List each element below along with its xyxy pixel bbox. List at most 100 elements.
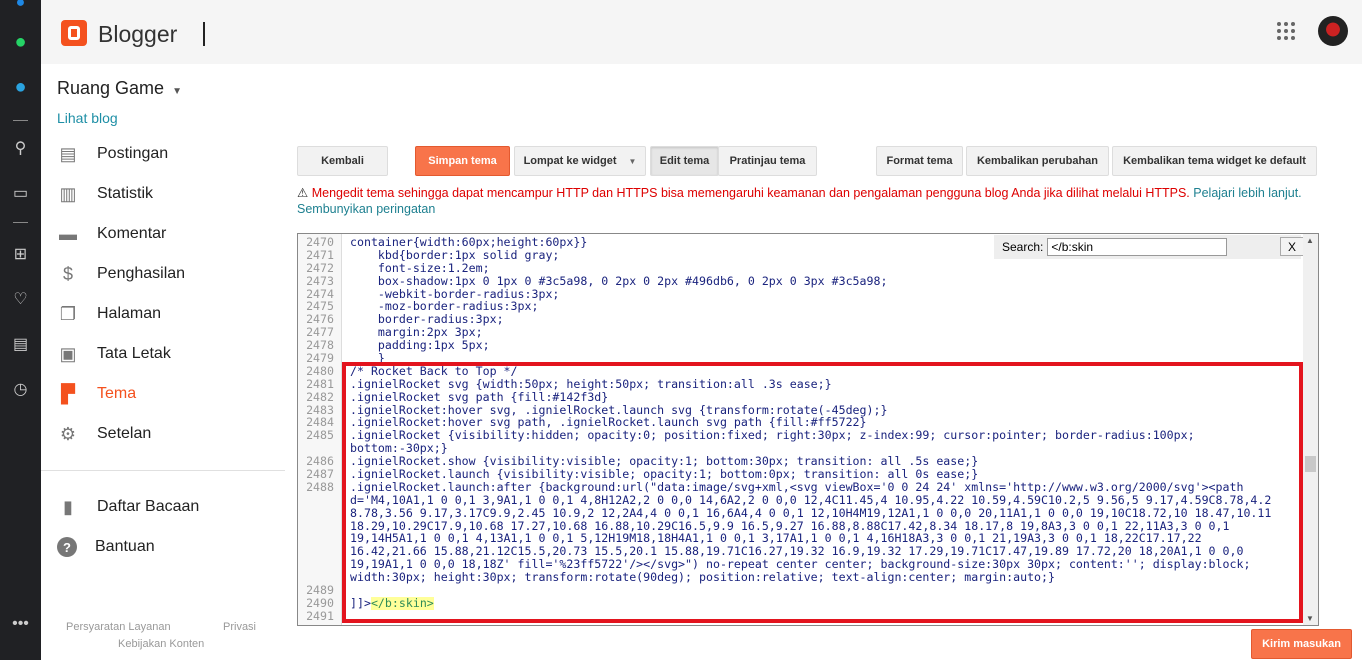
warning-banner: ⚠ Mengedit tema sehingga dapat mencampur… xyxy=(297,185,1317,217)
terms-link[interactable]: Persyaratan Layanan xyxy=(66,621,171,633)
code-line[interactable]: 2489 xyxy=(298,584,1271,597)
sidebar-item-komentar[interactable]: ▬ Komentar xyxy=(57,222,277,246)
gear-icon: ⚙ xyxy=(59,423,77,444)
divider xyxy=(13,120,28,121)
code-text: .ignielRocket.launch:after {background:u… xyxy=(350,479,1244,494)
revert-widgets-button[interactable]: Kembalikan tema widget ke default xyxy=(1112,146,1317,176)
divider xyxy=(13,222,28,223)
comment-icon: ▬ xyxy=(59,223,77,244)
caret-down-icon: ▼ xyxy=(628,156,637,166)
code-text: .ignielRocket {visibility:hidden; opacit… xyxy=(350,428,1195,443)
code-line[interactable]: 2481 .ignielRocket svg {width:50px; heigh… xyxy=(298,376,1271,391)
code-line[interactable]: 2479 } xyxy=(298,352,1271,365)
revert-changes-button[interactable]: Kembalikan perubahan xyxy=(966,146,1109,176)
scrollbar-thumb[interactable] xyxy=(1305,456,1316,472)
format-theme-button[interactable]: Format tema xyxy=(876,146,963,176)
code-text: d='M4,10A1,1 0 0,1 3,9A1,1 0 0,1 4,8H12A… xyxy=(350,492,1272,507)
content-policy-link[interactable]: Kebijakan Konten xyxy=(118,638,204,650)
line-number xyxy=(298,494,342,507)
code-line[interactable]: 8.78,3.56 9.17,3.17C9.9,2.45 10.9,2 12,2… xyxy=(298,505,1272,520)
wallet-icon[interactable]: ▭ xyxy=(10,182,31,203)
hide-warning-link[interactable]: Sembunyikan peringatan xyxy=(297,202,435,216)
avatar[interactable] xyxy=(1318,16,1348,46)
sidebar-item-tata-letak[interactable]: ▣ Tata Letak xyxy=(57,342,277,366)
line-number: 2479 xyxy=(306,351,334,366)
code-line[interactable]: width:30px; height:30px; transform:rotat… xyxy=(298,571,1271,584)
line-number: 2470 xyxy=(306,235,334,249)
sidebar-item-setelan[interactable]: ⚙ Setelan xyxy=(57,422,277,446)
search-input[interactable] xyxy=(1047,238,1228,256)
code-line[interactable]: 2478 padding:1px 5px; xyxy=(298,339,1271,352)
messenger-icon[interactable]: ● xyxy=(10,0,31,13)
stats-icon: ▥ xyxy=(59,183,77,204)
edit-theme-tab[interactable]: Edit tema xyxy=(650,146,719,176)
whatsapp-icon[interactable]: ● xyxy=(10,31,31,53)
code-text: .ignielRocket svg {width:50px; height:50… xyxy=(350,376,832,391)
telegram-icon[interactable]: ● xyxy=(10,76,31,98)
search-icon[interactable]: ⚲ xyxy=(10,137,31,158)
sidebar-item-bantuan[interactable]: ? Bantuan xyxy=(57,535,277,559)
code-text: box-shadow:1px 0 1px 0 #3c5a98, 0 2px 0 … xyxy=(350,273,888,288)
send-feedback-button[interactable]: Kirim masukan xyxy=(1251,629,1352,659)
sidebar-item-daftar-bacaan[interactable]: ▮ Daftar Bacaan xyxy=(57,495,277,519)
view-blog-link[interactable]: Lihat blog xyxy=(57,110,118,126)
code-line[interactable]: 2480 /* Rocket Back to Top */ xyxy=(298,365,1271,378)
jump-label: Lompat ke widget xyxy=(523,155,617,167)
code-text: ]]> xyxy=(350,595,371,610)
app-dock: ● ● ● ⚲ ▭ ⊞ ♡ ▤ ◷ ••• xyxy=(0,0,41,660)
sidebar-item-tema[interactable]: ▛ Tema xyxy=(57,382,277,406)
sidebar-item-label: Bantuan xyxy=(95,538,155,555)
header-divider xyxy=(203,22,205,46)
more-icon[interactable]: ••• xyxy=(10,613,31,634)
code-line[interactable]: 2490]]> </b:skin> xyxy=(298,597,1271,610)
code-text: 8.78,3.56 9.17,3.17C9.9,2.45 10.9,2 12,2… xyxy=(350,505,1272,520)
jump-to-widget-dropdown[interactable]: Lompat ke widget ▼ xyxy=(514,146,646,176)
line-number: 2489 xyxy=(306,583,334,598)
sidebar-item-penghasilan[interactable]: $ Penghasilan xyxy=(57,262,277,286)
news-icon[interactable]: ▤ xyxy=(10,333,31,354)
sidebar-item-statistik[interactable]: ▥ Statistik xyxy=(57,182,277,206)
heart-icon[interactable]: ♡ xyxy=(10,288,31,309)
back-button[interactable]: Kembali xyxy=(297,146,388,176)
code-line[interactable]: d='M4,10A1,1 0 0,1 3,9A1,1 0 0,1 4,8H12A… xyxy=(298,492,1272,507)
layout-icon: ▣ xyxy=(59,343,77,364)
blogger-logo-icon[interactable] xyxy=(61,20,87,46)
sidebar: Ruang Game ▼ Lihat blog ▤ Postingan ▥ Statis… xyxy=(41,64,285,660)
blog-name: Ruang Game xyxy=(57,78,165,98)
header: Blogger xyxy=(41,0,1362,64)
code-line[interactable]: 2473 box-shadow:1px 0 1px 0 #3c5a98, 0 2… xyxy=(298,273,1271,288)
code-line[interactable]: 2482 .ignielRocket svg path {fill:#142f3d… xyxy=(298,390,1271,404)
code-line[interactable]: 2491 xyxy=(298,609,1271,623)
learn-more-link[interactable]: Pelajari lebih lanjut. xyxy=(1193,186,1301,200)
code-line[interactable]: 2472 font-size:1.2em; xyxy=(298,260,1271,275)
preview-theme-tab[interactable]: Pratinjau tema xyxy=(718,146,817,176)
code-text: font-size:1.2em; xyxy=(350,260,490,275)
apps-grid-icon[interactable] xyxy=(1277,22,1295,40)
privacy-link[interactable]: Privasi xyxy=(223,621,256,633)
line-number: 2473 xyxy=(306,273,334,288)
code-line[interactable]: 2487 .ignielRocket.launch {visibility:vis… xyxy=(298,468,1271,481)
scrollbar[interactable]: ▲ ▼ xyxy=(1303,234,1318,625)
save-theme-button[interactable]: Simpan tema xyxy=(415,146,510,176)
scroll-down-icon[interactable]: ▼ xyxy=(1306,614,1314,623)
code-text: /* Rocket Back to Top */ xyxy=(350,363,518,378)
code-editor[interactable]: 2470 container{width:60px;height:60px}} 24… xyxy=(297,233,1319,626)
code-text: container{width:60px;height:60px}} xyxy=(350,235,588,249)
sidebar-item-halaman[interactable]: ❐ Halaman xyxy=(57,302,277,326)
scroll-up-icon[interactable]: ▲ xyxy=(1306,236,1314,245)
blog-selector[interactable]: Ruang Game ▼ xyxy=(57,78,182,99)
brand-name[interactable]: Blogger xyxy=(98,21,177,48)
clock-icon[interactable]: ◷ xyxy=(10,378,31,399)
divider xyxy=(41,470,285,471)
code-text: .ignielRocket.launch {visibility:visible… xyxy=(350,467,979,482)
line-number xyxy=(298,532,342,545)
sidebar-item-postingan[interactable]: ▤ Postingan xyxy=(57,142,277,166)
code-line[interactable]: 2488 .ignielRocket.launch:after {backgrou… xyxy=(298,481,1271,494)
close-search-button[interactable]: X xyxy=(1280,237,1304,256)
sidebar-item-label: Postingan xyxy=(97,145,169,162)
apps-icon[interactable]: ⊞ xyxy=(10,243,31,264)
warning-icon: ⚠ xyxy=(297,186,309,200)
line-number: 2471 xyxy=(306,247,334,262)
help-icon: ? xyxy=(57,537,77,557)
line-number: 2490 xyxy=(306,595,334,610)
